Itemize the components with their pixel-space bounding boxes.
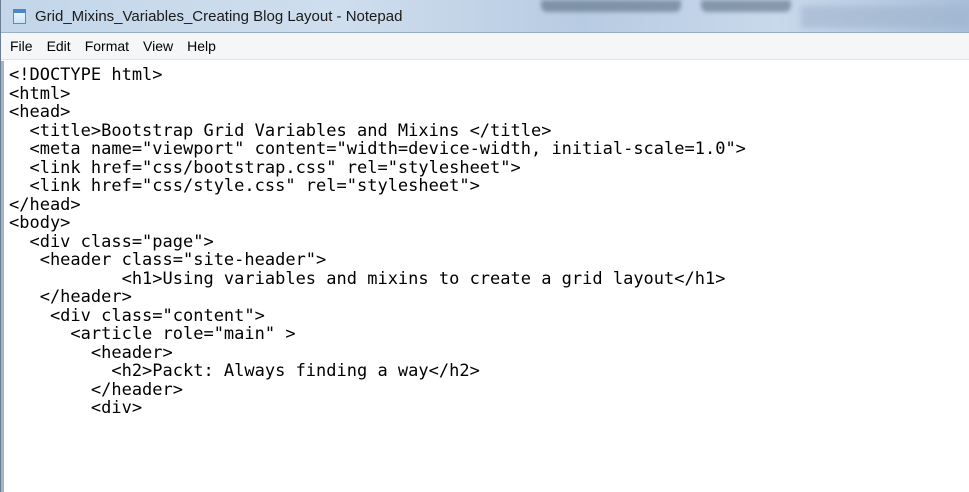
code-line: <div class="content">: [9, 305, 265, 326]
code-line: <!DOCTYPE html>: [9, 65, 163, 85]
notepad-window: Grid_Mixins_Variables_Creating Blog Layo…: [0, 0, 969, 492]
background-blur: [701, 0, 791, 12]
background-blur: [541, 0, 681, 12]
code-line: <div class="page">: [9, 231, 214, 252]
background-blur: [801, 6, 969, 28]
menu-help[interactable]: Help: [180, 33, 223, 59]
menu-format[interactable]: Format: [78, 33, 136, 59]
code-line: </header>: [9, 287, 132, 307]
text-editor-area[interactable]: <!DOCTYPE html> <html> <head> <title>Boots…: [1, 61, 969, 492]
code-line: <title>Bootstrap Grid Variables and Mixi…: [9, 120, 552, 141]
code-line: <header>: [9, 342, 173, 363]
window-title: Grid_Mixins_Variables_Creating Blog Layo…: [35, 8, 403, 25]
code-line: <body>: [9, 213, 71, 233]
code-line: <h1>Using variables and mixins to create…: [9, 268, 726, 289]
title-bar[interactable]: Grid_Mixins_Variables_Creating Blog Layo…: [1, 0, 969, 33]
code-line: <div>: [9, 398, 143, 418]
menu-view[interactable]: View: [136, 33, 180, 59]
editor-text[interactable]: <!DOCTYPE html> <html> <head> <title>Boots…: [4, 61, 969, 418]
notepad-icon[interactable]: [13, 9, 26, 24]
code-line: <meta name="viewport" content="width=dev…: [9, 139, 746, 159]
code-line: </header>: [9, 379, 183, 400]
code-line: <article role="main" >: [9, 324, 296, 344]
code-line: <html>: [9, 83, 71, 104]
code-line: <link href="css/bootstrap.css" rel="styl…: [9, 157, 521, 178]
menu-edit[interactable]: Edit: [40, 33, 78, 59]
code-line: </head>: [9, 194, 81, 215]
code-line: <h2>Packt: Always finding a way</h2>: [9, 361, 480, 381]
code-line: <link href="css/style.css" rel="styleshe…: [9, 176, 480, 196]
code-line: <head>: [9, 102, 71, 122]
code-line: <header class="site-header">: [9, 250, 327, 270]
menu-file[interactable]: File: [3, 33, 40, 59]
menu-bar: File Edit Format View Help: [1, 33, 969, 60]
